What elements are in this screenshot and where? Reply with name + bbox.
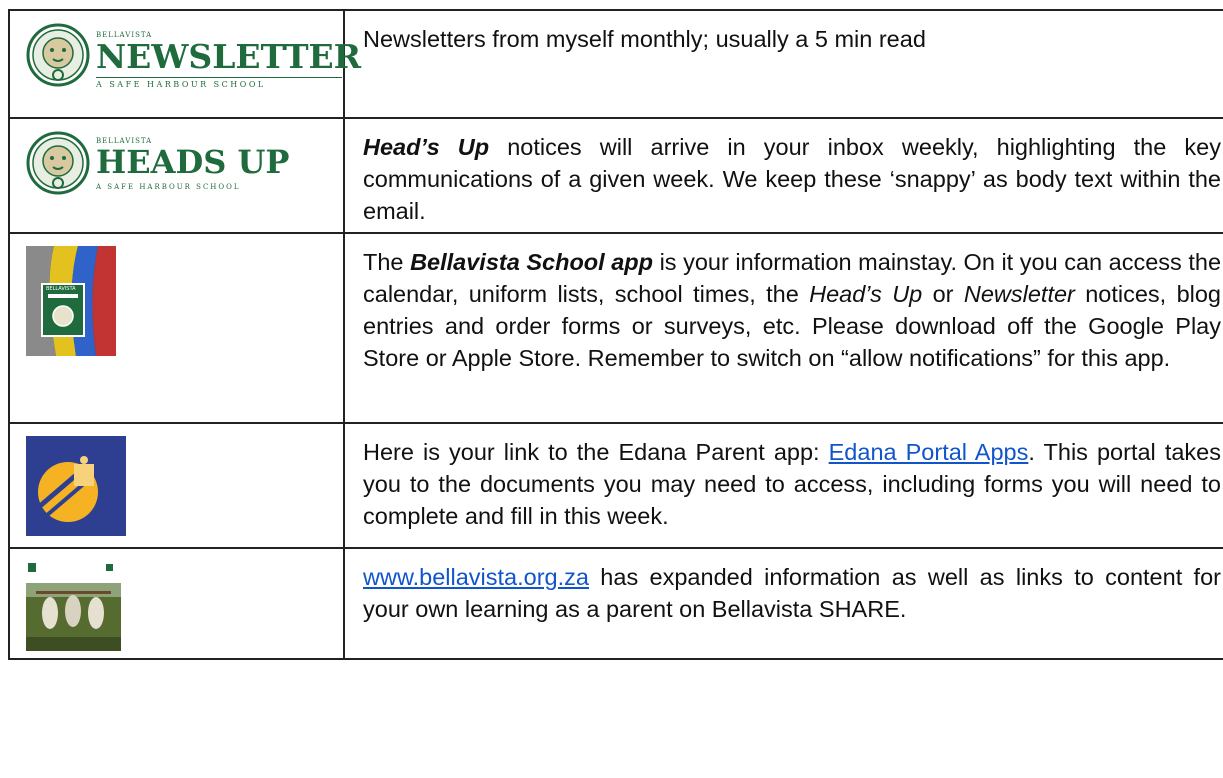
school-app-icon: BELLAVISTA	[26, 246, 116, 356]
edana-logo-icon	[26, 436, 126, 536]
heads-up-wordmark: BELLAVISTA HEADS UP A SAFE HARBOUR SCHOO…	[96, 137, 289, 197]
heads-up-logo: BELLAVISTA HEADS UP A SAFE HARBOUR SCHOO…	[26, 131, 289, 203]
newsletter-logo: BELLAVISTA NEWSLETTER A SAFE HARBOUR SCH…	[26, 23, 361, 103]
divider	[96, 77, 342, 78]
emphasis-text: Head’s Up	[363, 134, 490, 160]
brand-title: HEADS UP	[96, 143, 290, 181]
description-cell: The Bellavista School app is your inform…	[343, 232, 1223, 424]
table-row: BELLAVISTA NEWSLETTER A SAFE HARBOUR SCH…	[8, 9, 1223, 119]
description-cell: Newsletters from myself monthly; usually…	[343, 9, 1223, 119]
edana-description: Here is your link to the Edana Parent ap…	[363, 436, 1223, 532]
table-row: www.bellavista.org.za has expanded infor…	[8, 547, 1223, 660]
communication-channels-table: BELLAVISTA NEWSLETTER A SAFE HARBOUR SCH…	[8, 9, 1223, 660]
table-row: Here is your link to the Edana Parent ap…	[8, 422, 1223, 549]
logo-cell: BELLAVISTA	[8, 232, 345, 424]
mosaic-app-image	[26, 246, 116, 356]
heads-up-description: Head’s Up notices will arrive in your in…	[363, 131, 1223, 227]
school-app-description: The Bellavista School app is your inform…	[363, 246, 1223, 374]
edana-app-icon	[26, 436, 126, 536]
website-thumbnail	[26, 561, 121, 651]
logo-cell	[8, 422, 345, 549]
newsletter-wordmark: BELLAVISTA NEWSLETTER A SAFE HARBOUR SCH…	[96, 31, 361, 93]
description-cell: Head’s Up notices will arrive in your in…	[343, 117, 1223, 234]
brand-tagline: A SAFE HARBOUR SCHOOL	[96, 80, 266, 89]
logo-cell	[8, 547, 345, 660]
lion-crest-icon	[26, 23, 90, 87]
description-cell: www.bellavista.org.za has expanded infor…	[343, 547, 1223, 660]
logo-cell: BELLAVISTA NEWSLETTER A SAFE HARBOUR SCH…	[8, 9, 361, 119]
brand-tagline: A SAFE HARBOUR SCHOOL	[96, 183, 241, 191]
lion-crest-icon	[26, 131, 90, 195]
newsletter-description: Newsletters from myself monthly; usually…	[363, 26, 926, 52]
italic-text: Head’s Up	[809, 281, 923, 307]
app-icon-label: BELLAVISTA	[46, 286, 76, 292]
body-text: or	[922, 281, 964, 307]
edana-portal-link[interactable]: Edana Portal Apps	[829, 439, 1029, 465]
body-text: Here is your link to the Edana Parent ap…	[363, 439, 829, 465]
website-link[interactable]: www.bellavista.org.za	[363, 564, 589, 590]
logo-cell: BELLAVISTA HEADS UP A SAFE HARBOUR SCHOO…	[8, 117, 345, 234]
website-description: www.bellavista.org.za has expanded infor…	[363, 561, 1223, 625]
brand-title: NEWSLETTER	[96, 37, 362, 76]
italic-text: Newsletter	[963, 281, 1075, 307]
table-row: BELLAVISTA The Bellavista School app is …	[8, 232, 1223, 424]
body-text: notices will arrive in your inbox weekly…	[363, 134, 1221, 224]
emphasis-text: Bellavista School app	[410, 249, 654, 275]
table-row: BELLAVISTA HEADS UP A SAFE HARBOUR SCHOO…	[8, 117, 1223, 234]
body-text: The	[363, 249, 411, 275]
website-photo-image	[26, 561, 121, 651]
description-cell: Here is your link to the Edana Parent ap…	[343, 422, 1223, 549]
